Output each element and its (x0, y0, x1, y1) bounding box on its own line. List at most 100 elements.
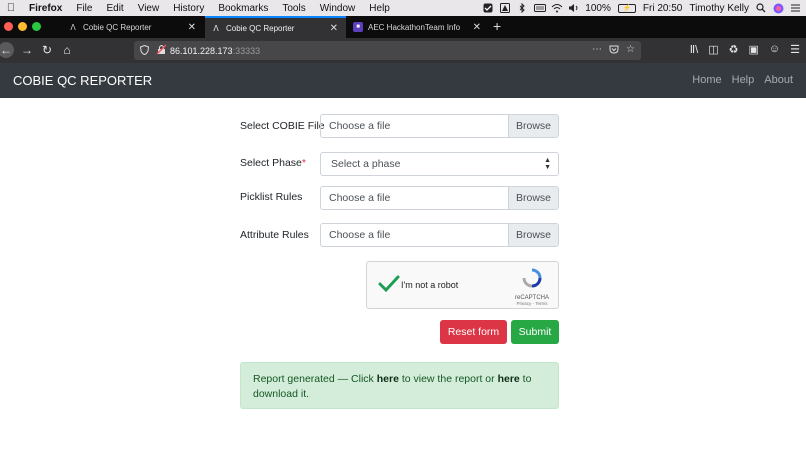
browser-tab-active[interactable]: Λ Cobie QC Reporter ✕ (205, 16, 346, 38)
nav-link-help[interactable]: Help (732, 74, 755, 86)
cobie-file-input[interactable]: Choose a file Browse (320, 114, 559, 138)
a-logo-icon: Λ (213, 23, 219, 33)
sync-icon[interactable]: ♻ (729, 43, 739, 56)
file-placeholder: Choose a file (329, 120, 391, 132)
menu-tools[interactable]: Tools (275, 3, 312, 14)
browse-button[interactable]: Browse (508, 115, 558, 137)
recaptcha-links[interactable]: Privacy - Terms (514, 301, 550, 306)
menubar-clock[interactable]: Fri 20:50 (643, 3, 682, 14)
drive-status-icon[interactable] (500, 3, 511, 13)
macos-menu-bar:  Firefox File Edit View History Bookmar… (0, 0, 806, 16)
browser-toolbar: ← → ↻ ⌂ 86.101.228.173:33333 ⋯ ☆ Ⅱ\ ◫ ♻ … (0, 38, 806, 63)
app-nav-links: Home Help About (692, 74, 793, 86)
volume-icon[interactable] (568, 3, 578, 13)
cobie-file-label: Select COBIE File (240, 120, 325, 132)
close-tab-icon[interactable]: ✕ (188, 22, 196, 33)
submit-button[interactable]: Submit (511, 320, 559, 344)
menu-bookmarks[interactable]: Bookmarks (211, 3, 275, 14)
apple-icon[interactable]:  (0, 2, 22, 14)
status-area: 100% ⚡ Fri 20:50 Timothy Kelly (483, 0, 800, 16)
menu-history[interactable]: History (166, 3, 211, 14)
close-tab-icon[interactable]: ✕ (330, 23, 338, 34)
menu-file[interactable]: File (69, 3, 99, 14)
toolbar-buttons: Ⅱ\ ◫ ♻ ▣ ☺ ☰ (690, 43, 800, 56)
menu-window[interactable]: Window (313, 3, 363, 14)
app-navbar: COBIE QC REPORTER Home Help About (0, 63, 806, 98)
phase-label-text: Select Phase (240, 157, 302, 169)
account-icon[interactable]: ☺ (769, 43, 780, 56)
close-tab-icon[interactable]: ✕ (473, 22, 481, 33)
attribute-file-input[interactable]: Choose a file Browse (320, 223, 559, 247)
nav-link-home[interactable]: Home (692, 74, 721, 86)
browser-tab[interactable]: ■ AEC HackathonTeam Info ✕ (347, 16, 489, 38)
checkmark-icon (378, 275, 400, 293)
recaptcha-label: I'm not a robot (401, 280, 459, 290)
recaptcha-icon (522, 268, 542, 288)
reset-form-button[interactable]: Reset form (440, 320, 507, 344)
bluetooth-icon[interactable] (517, 2, 527, 14)
phase-label: Select Phase* (240, 157, 306, 169)
file-placeholder: Choose a file (329, 229, 391, 241)
menu-help[interactable]: Help (362, 3, 397, 14)
view-report-link[interactable]: here (377, 373, 399, 385)
select-caret-icon: ▲ ▼ (544, 157, 551, 171)
menubar-user[interactable]: Timothy Kelly (689, 3, 749, 14)
page-actions-icon[interactable]: ⋯ (592, 44, 602, 57)
sidebar-icon[interactable]: ◫ (708, 43, 718, 56)
library-icon[interactable]: Ⅱ\ (690, 43, 698, 56)
recaptcha-checkbox[interactable] (377, 272, 401, 296)
a-logo-icon: Λ (70, 22, 76, 32)
new-tab-icon[interactable]: + (493, 18, 501, 34)
menu-app-name[interactable]: Firefox (22, 3, 69, 14)
spotlight-search-icon[interactable] (756, 3, 766, 13)
insecure-lock-icon[interactable] (156, 44, 170, 57)
hamburger-menu-icon[interactable]: ☰ (790, 43, 800, 56)
url-host: 86.101.228.173 (170, 45, 233, 56)
tab-title: AEC HackathonTeam Info (368, 22, 461, 32)
address-bar[interactable]: 86.101.228.173:33333 ⋯ ☆ (134, 41, 641, 60)
picklist-label: Picklist Rules (240, 191, 303, 203)
attribute-label: Attribute Rules (240, 229, 309, 241)
download-report-link[interactable]: here (498, 373, 520, 385)
menu-view[interactable]: View (131, 3, 167, 14)
keyboard-icon[interactable] (534, 3, 547, 13)
close-window-button[interactable] (4, 22, 13, 31)
shield-icon[interactable] (139, 44, 152, 57)
battery-percent: 100% (585, 2, 611, 14)
pocket-icon[interactable] (609, 44, 619, 57)
checkbox-status-icon[interactable] (483, 3, 493, 13)
home-icon[interactable]: ⌂ (59, 42, 75, 58)
recaptcha-widget: I'm not a robot reCAPTCHA Privacy - Term… (366, 261, 559, 309)
phase-select-value: Select a phase (331, 158, 401, 170)
screenshot-icon[interactable]: ▣ (748, 43, 758, 56)
minimize-window-button[interactable] (18, 22, 27, 31)
control-center-icon[interactable] (790, 3, 800, 13)
battery-icon[interactable]: ⚡ (617, 3, 636, 13)
phase-select[interactable]: Select a phase ▲ ▼ (320, 152, 559, 176)
file-placeholder: Choose a file (329, 192, 391, 204)
browse-button[interactable]: Browse (508, 224, 558, 246)
url-actions: ⋯ ☆ (592, 44, 635, 57)
app-brand[interactable]: COBIE QC REPORTER (13, 73, 152, 88)
browser-tab[interactable]: Λ Cobie QC Reporter ✕ (62, 16, 204, 38)
window-controls (4, 22, 41, 31)
url-port: :33333 (232, 45, 261, 56)
report-alert: Report generated — Click here to view th… (240, 362, 559, 409)
wifi-icon[interactable] (551, 3, 563, 13)
nav-link-about[interactable]: About (764, 74, 793, 86)
bookmark-star-icon[interactable]: ☆ (626, 44, 635, 57)
recaptcha-logo: reCAPTCHA Privacy - Terms (514, 268, 550, 306)
picklist-file-input[interactable]: Choose a file Browse (320, 186, 559, 210)
siri-icon[interactable] (773, 3, 784, 14)
tab-title: Cobie QC Reporter (226, 23, 295, 33)
aec-icon: ■ (353, 22, 363, 32)
tab-title: Cobie QC Reporter (83, 22, 152, 32)
required-asterisk: * (301, 157, 306, 169)
back-arrow-icon[interactable]: ← (0, 42, 14, 58)
alert-text: Report generated — Click (253, 373, 377, 385)
forward-arrow-icon[interactable]: → (19, 42, 35, 58)
reload-icon[interactable]: ↻ (39, 42, 55, 58)
zoom-window-button[interactable] (32, 22, 41, 31)
browse-button[interactable]: Browse (508, 187, 558, 209)
menu-edit[interactable]: Edit (99, 3, 130, 14)
